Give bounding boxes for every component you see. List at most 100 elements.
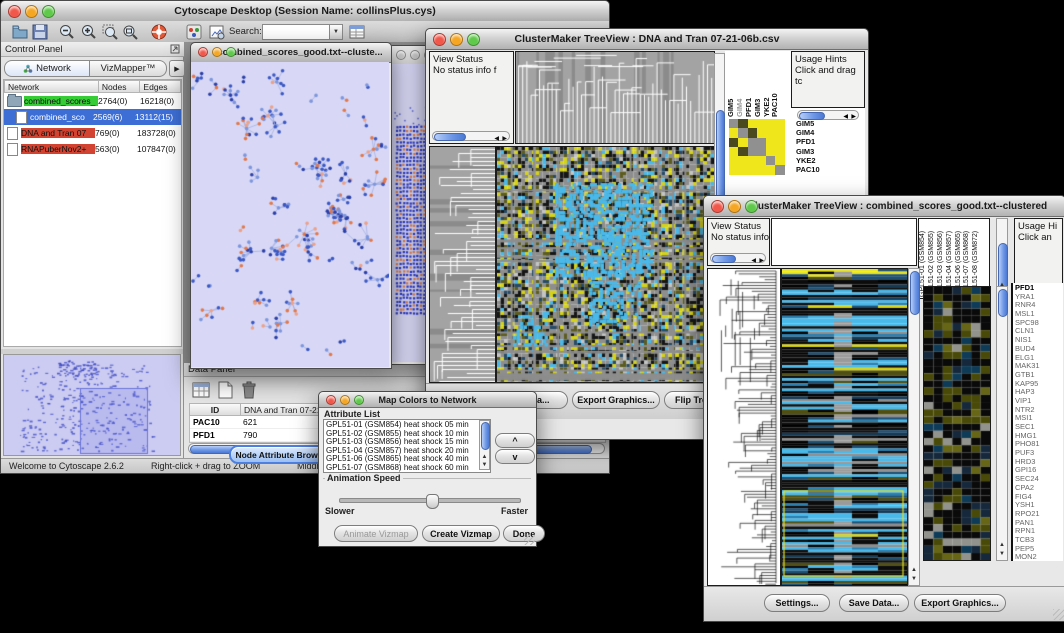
treeview2-vscrollbar[interactable]: ▲ ▼	[908, 268, 920, 586]
detail-heatmap-cell[interactable]	[729, 128, 738, 137]
detail-column-label[interactable]: GIM5	[726, 57, 735, 117]
attribute-item[interactable]: GPL51-04 (GSM857) heat shock 20 min	[326, 447, 488, 456]
detail-heatmap-cell[interactable]	[738, 156, 747, 165]
treeview1-row-labels[interactable]: GIM5GIM4PFD1GIM3YKE2PAC10	[796, 119, 826, 174]
detail-heatmap-cell[interactable]	[748, 138, 757, 147]
scroll-left-arrow[interactable]: ◀	[751, 256, 756, 266]
treeview2-gene-list[interactable]: PFD1YRA1RNR4MSL1SPC98CLN1NIS1BUD4ELG1MAK…	[1011, 283, 1063, 561]
slider-thumb[interactable]	[426, 494, 439, 509]
attribute-item[interactable]: GPL51-02 (GSM855) heat shock 10 min	[326, 430, 488, 439]
window-controls[interactable]	[711, 200, 758, 213]
gene-label[interactable]: MAK31	[1015, 362, 1063, 371]
network-row[interactable]: RNAPuberNov2+563(0)107847(0)	[4, 141, 181, 157]
gene-label[interactable]: YSH1	[1015, 501, 1063, 510]
treeview2-global-heatmap[interactable]	[781, 268, 908, 586]
minimize-icon[interactable]	[728, 200, 741, 213]
zoom-selected-region-icon[interactable]	[101, 23, 119, 41]
attribute-item[interactable]: GPL51-03 (GSM856) heat shock 15 min	[326, 438, 488, 447]
export-graphics-button[interactable]: Export Graphics...	[572, 391, 660, 409]
scroll-thumb[interactable]	[712, 255, 736, 263]
gene-label[interactable]: NTR2	[1015, 406, 1063, 415]
detail-row-label[interactable]: YKE2	[796, 156, 826, 165]
open-session-icon[interactable]	[11, 23, 29, 41]
resize-grip[interactable]	[524, 534, 535, 545]
gene-label[interactable]: CPA2	[1015, 484, 1063, 493]
close-icon[interactable]	[433, 33, 446, 46]
attribute-list-vscrollbar[interactable]: ▲ ▼	[479, 420, 490, 470]
gene-label[interactable]: PUF3	[1015, 449, 1063, 458]
scroll-right-arrow[interactable]: ▶	[851, 113, 856, 120]
detail-column-label[interactable]: PFD1	[744, 57, 753, 117]
scroll-thumb[interactable]	[481, 422, 490, 450]
detail-heatmap-cell[interactable]	[748, 147, 757, 156]
export-graphics-button[interactable]: Export Graphics...	[914, 594, 1006, 612]
gene-label[interactable]: RNR4	[1015, 301, 1063, 310]
detail-row-label[interactable]: PFD1	[796, 137, 826, 146]
scroll-thumb[interactable]	[910, 271, 920, 315]
zoom-window-icon[interactable]	[354, 395, 364, 405]
gene-label[interactable]: GPI16	[1015, 466, 1063, 475]
attribute-item[interactable]: GPL51-06 (GSM865) heat shock 40 min	[326, 455, 488, 464]
zoom-window-icon[interactable]	[467, 33, 480, 46]
window-controls[interactable]	[198, 47, 236, 57]
gene-label[interactable]: YRA1	[1015, 293, 1063, 302]
new-attribute-icon[interactable]	[215, 380, 235, 400]
gene-label[interactable]: PHO81	[1015, 440, 1063, 449]
tab-overflow-button[interactable]: ▶	[169, 60, 185, 77]
detail-column-label[interactable]: PAC10	[770, 57, 779, 117]
detail-heatmap-cell[interactable]	[766, 147, 775, 156]
gene-label[interactable]: HAP3	[1015, 388, 1063, 397]
detail-heatmap-cell[interactable]	[775, 138, 784, 147]
gene-label[interactable]: BUD4	[1015, 345, 1063, 354]
gene-label[interactable]: PAN1	[1015, 519, 1063, 528]
create-vizmap-button[interactable]: Create Vizmap	[422, 525, 500, 542]
gene-label[interactable]: NIS1	[1015, 336, 1063, 345]
detail-heatmap-cell[interactable]	[738, 165, 747, 174]
detail-heatmap-cell[interactable]	[775, 165, 784, 174]
attribute-select-icon[interactable]	[191, 380, 211, 400]
network-b-view-canvas[interactable]	[191, 62, 389, 367]
detail-heatmap-cell[interactable]	[757, 128, 766, 137]
close-icon[interactable]	[326, 395, 336, 405]
gene-label[interactable]: ELG1	[1015, 354, 1063, 363]
zoom-window-icon[interactable]	[226, 47, 236, 57]
animate-vizmap-button[interactable]: Animate Vizmap	[334, 525, 418, 542]
treeview1-global-heatmap[interactable]	[496, 146, 715, 383]
minimize-icon[interactable]	[212, 47, 222, 57]
window-controls[interactable]	[8, 5, 55, 18]
treeview1-row-dendrogram[interactable]	[429, 146, 496, 383]
search-dropdown-button[interactable]: ▼	[329, 24, 343, 40]
detail-heatmap-cell[interactable]	[729, 165, 738, 174]
view-status-hscrollbar[interactable]: ◀ ▶	[432, 131, 510, 141]
tab-network[interactable]: Network	[4, 60, 90, 77]
save-data-button[interactable]: Save Data...	[839, 594, 909, 612]
animation-slider[interactable]	[339, 498, 521, 503]
delete-attribute-icon[interactable]	[239, 380, 259, 400]
move-down-button[interactable]: v	[495, 449, 535, 464]
search-input[interactable]	[262, 24, 334, 40]
gene-label[interactable]: SEC1	[1015, 423, 1063, 432]
detail-heatmap-cell[interactable]	[766, 156, 775, 165]
gene-label[interactable]: PEP5	[1015, 545, 1063, 554]
float-panel-icon[interactable]	[170, 44, 180, 54]
gene-label[interactable]: RPN1	[1015, 527, 1063, 536]
treeview1-column-labels[interactable]: GIM5GIM4PFD1GIM3YKE2PAC10	[726, 51, 781, 117]
detail-heatmap-cell[interactable]	[757, 138, 766, 147]
move-up-button[interactable]: ^	[495, 433, 535, 448]
network-overview[interactable]	[3, 354, 181, 456]
minimize-icon[interactable]	[340, 395, 350, 405]
scroll-up-arrow[interactable]: ▲	[997, 542, 1007, 548]
network-row[interactable]: DNA and Tran 07769(0)183728(0)	[4, 125, 181, 141]
scroll-right-arrow[interactable]: ▶	[502, 134, 507, 144]
detail-heatmap-cell[interactable]	[729, 156, 738, 165]
gene-label[interactable]: HMG1	[1015, 432, 1063, 441]
network-b-title-bar[interactable]: combined_scores_good.txt--cluste...	[191, 43, 391, 63]
gene-label[interactable]: TCB3	[1015, 536, 1063, 545]
gene-label[interactable]: FIG4	[1015, 493, 1063, 502]
network-snapshot-icon[interactable]	[208, 23, 226, 41]
detail-row-label[interactable]: GIM3	[796, 147, 826, 156]
save-session-icon[interactable]	[31, 23, 49, 41]
view-status-hscrollbar[interactable]: ◀ ▶	[710, 253, 766, 263]
gene-label[interactable]: PFD1	[1015, 284, 1063, 293]
attribute-table-icon[interactable]	[348, 23, 366, 41]
